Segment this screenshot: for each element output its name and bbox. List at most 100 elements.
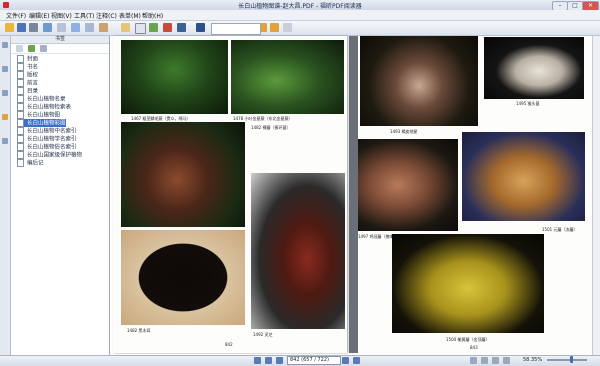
navigation-rail <box>0 36 11 355</box>
menu-bar: 文件(F) 编辑(E) 视图(V) 工具(T) 注释(C) 表单(M) 帮助(H… <box>0 10 600 21</box>
page-number-field[interactable]: 842 (657 / 722) <box>287 356 341 365</box>
facing-view-icon[interactable] <box>492 357 499 364</box>
bookmark-icon[interactable] <box>99 23 108 32</box>
dropdown-icon[interactable] <box>283 23 292 32</box>
photo-black-fungus <box>121 230 245 325</box>
zoom-level: 58.35% <box>523 357 543 363</box>
email-icon[interactable] <box>43 23 52 32</box>
photo-caption: 1482 黑木耳 <box>127 328 151 333</box>
bookmark-page-icon <box>17 119 24 127</box>
pdf-page-left: 1467 粗茎鳞毛蕨（贯众，绵马） 1478 小叶金星蕨（东北金星蕨） 1482… <box>113 36 347 353</box>
bookmark-item[interactable]: 目录 <box>17 87 38 95</box>
bookmark-page-icon <box>17 55 24 63</box>
menu-edit[interactable]: 编辑(E) <box>29 11 49 20</box>
photo-earthstar <box>360 36 478 126</box>
select-icon[interactable] <box>135 23 146 34</box>
snapshot-icon[interactable] <box>149 23 158 32</box>
photo-cockscomb-mushroom <box>358 139 458 231</box>
photo-mushroom-cluster <box>121 122 245 227</box>
bookmark-item[interactable]: 长白山植物俗名索引 <box>17 143 77 151</box>
bookmark-item[interactable]: 长白山植物图 <box>17 111 60 119</box>
delete-bookmark-icon[interactable] <box>40 45 47 52</box>
layers-panel-icon[interactable] <box>2 90 8 96</box>
bookmarks-panel-title: 书签 <box>11 36 109 44</box>
search-input[interactable] <box>211 23 261 35</box>
bookmark-page-icon <box>17 151 24 159</box>
bookmark-page-icon <box>17 143 24 151</box>
menu-view[interactable]: 视图(V) <box>51 11 72 20</box>
photo-yuan-mushroom <box>462 132 585 221</box>
bookmarks-panel: 书签 封面 书名 版权 前言 目录 长白山植物名录 长白山植物检索表 长白山植物… <box>11 36 110 355</box>
bookmark-item[interactable]: 长白山植物检索表 <box>17 103 71 111</box>
open-icon[interactable] <box>5 23 14 32</box>
bookmark-page-icon <box>17 103 24 111</box>
pages-panel-icon[interactable] <box>2 66 8 72</box>
bookmark-item[interactable]: 版权 <box>17 71 38 79</box>
last-page-icon[interactable] <box>353 357 360 364</box>
export-icon[interactable] <box>57 23 66 32</box>
bookmark-page-icon <box>17 71 24 79</box>
next-page-icon[interactable] <box>342 357 349 364</box>
prev-page-arrow-icon[interactable] <box>276 357 283 364</box>
single-page-view-icon[interactable] <box>470 357 477 364</box>
page-gap <box>349 36 358 353</box>
bookmark-item[interactable]: 长白山植物名录 <box>17 95 66 103</box>
bookmark-page-icon <box>17 79 24 87</box>
bookmark-item[interactable]: 编后记 <box>17 159 44 167</box>
photo-caption: 1504 榆黄蘑（金顶蘑） <box>446 337 490 342</box>
pdf-page-right: 1493 褐皮地星 1495 猴头菌 1497 鸡冠蘑（猪嘴菌） 1501 元蘑… <box>358 36 592 353</box>
bookmark-page-icon <box>17 87 24 95</box>
continuous-facing-view-icon[interactable] <box>503 357 510 364</box>
bookmark-page-icon <box>17 159 24 167</box>
photo-caption: 1492 灵芝 <box>253 332 273 337</box>
zoom-slider[interactable] <box>547 359 587 361</box>
expand-all-icon[interactable] <box>16 45 23 52</box>
bookmark-page-icon <box>17 63 24 71</box>
bookmark-item[interactable]: 书名 <box>17 63 38 71</box>
bookmarks-toolbar <box>11 44 109 54</box>
find-icon[interactable] <box>196 23 205 32</box>
attachments-panel-icon[interactable] <box>2 138 8 144</box>
continuous-view-icon[interactable] <box>481 357 488 364</box>
first-page-icon[interactable] <box>254 357 261 364</box>
add-bookmark-icon[interactable] <box>28 45 35 52</box>
menu-tools[interactable]: 工具(T) <box>74 11 94 20</box>
next-icon[interactable] <box>270 23 279 32</box>
page-icon[interactable] <box>177 23 186 32</box>
print-icon[interactable] <box>29 23 38 32</box>
toolbar <box>0 21 600 36</box>
menu-file[interactable]: 文件(F) <box>6 11 26 20</box>
menu-form[interactable]: 表单(M) <box>119 11 141 20</box>
page-number: 842 <box>225 342 233 347</box>
window-title: 长白山植物图谱-赵大昌.PDF - 福昕PDF阅读器 <box>238 3 362 10</box>
rotate-icon[interactable] <box>85 23 94 32</box>
hand-icon[interactable] <box>121 23 130 32</box>
typewriter-icon[interactable] <box>163 23 172 32</box>
menu-comment[interactable]: 注释(C) <box>96 11 117 20</box>
save-icon[interactable] <box>17 23 26 32</box>
bookmark-page-icon <box>17 111 24 119</box>
bookmark-page-icon <box>17 135 24 143</box>
bookmarks-panel-icon[interactable] <box>2 42 8 48</box>
bookmark-item[interactable]: 前言 <box>17 79 38 87</box>
photo-lingzhi <box>251 173 345 329</box>
bookmark-page-icon <box>17 127 24 135</box>
photo-caption: 1495 猴头菌 <box>516 101 540 106</box>
photo-caption: 1493 褐皮地星 <box>390 129 418 134</box>
comments-panel-icon[interactable] <box>2 114 8 120</box>
page-number: 843 <box>470 345 478 350</box>
bookmark-item[interactable]: 长白山植物中名索引 <box>17 127 77 135</box>
prev-page-icon[interactable] <box>265 357 272 364</box>
bookmark-item-selected[interactable]: 长白山植物彩图 <box>17 119 66 127</box>
menu-help[interactable]: 帮助(H) <box>142 11 163 20</box>
photo-caption: 1482 裸蘑（蜜环菌） <box>251 125 291 130</box>
bookmark-item[interactable]: 封面 <box>17 55 38 63</box>
vertical-scrollbar[interactable] <box>592 36 600 355</box>
zoom-slider-handle[interactable] <box>570 356 573 363</box>
photo-fern-2 <box>231 40 344 114</box>
bookmark-item[interactable]: 长白山国家级保护植物 <box>17 151 82 159</box>
photo-golden-oyster <box>392 234 544 333</box>
zoom-in-icon[interactable] <box>71 23 80 32</box>
bookmark-item[interactable]: 长白山植物学名索引 <box>17 135 77 143</box>
photo-caption: 1501 元蘑（冻蘑） <box>542 227 578 232</box>
